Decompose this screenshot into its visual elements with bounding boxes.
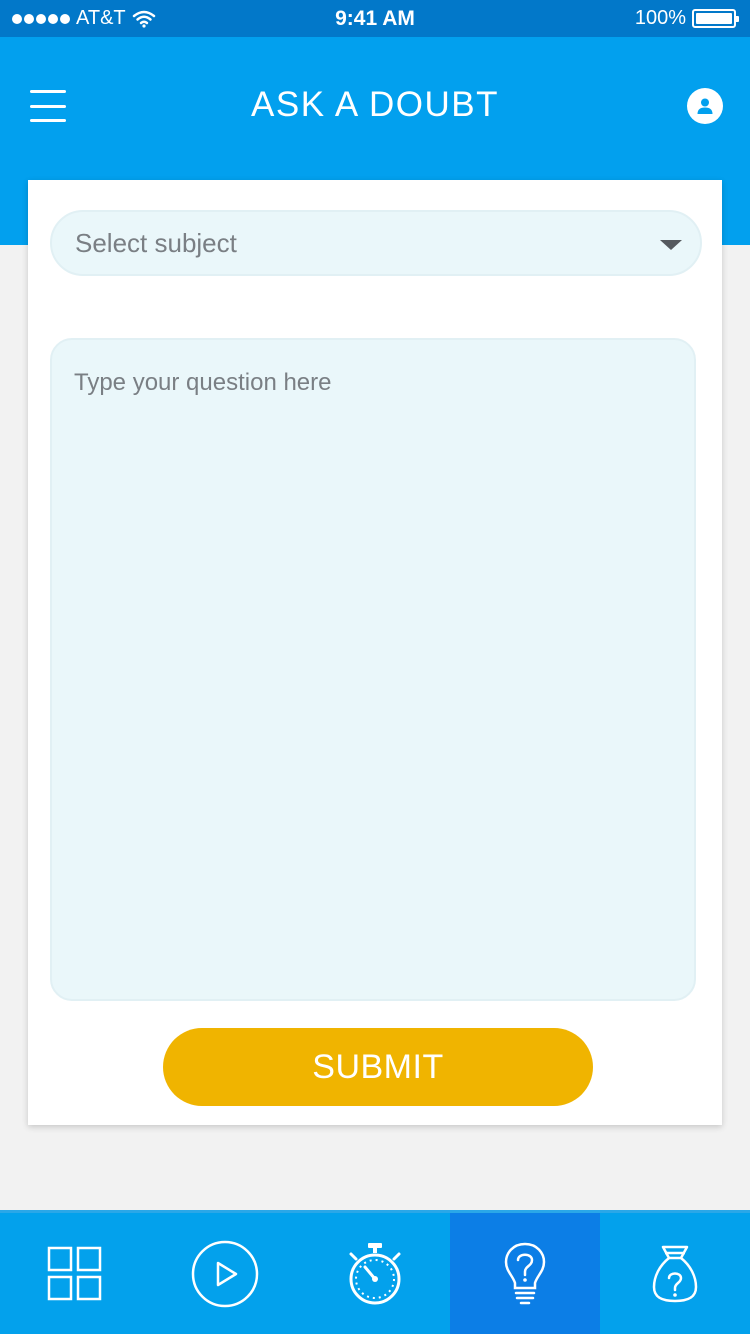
tab-ask-doubt[interactable]: [450, 1213, 600, 1334]
stopwatch-icon: [349, 1242, 401, 1304]
tab-dashboard[interactable]: [0, 1213, 150, 1334]
ask-doubt-card: Select subject Type your question here S…: [28, 180, 722, 1125]
battery-icon: [692, 9, 739, 28]
status-bar: AT&T 9:41 AM 100%: [0, 0, 750, 37]
tab-videos[interactable]: [150, 1213, 300, 1334]
question-bag-icon: [652, 1245, 698, 1302]
submit-button[interactable]: SUBMIT: [163, 1028, 593, 1106]
tab-timer[interactable]: [300, 1213, 450, 1334]
play-icon: [191, 1240, 259, 1307]
subject-select[interactable]: Select subject: [50, 210, 702, 276]
tab-question-bank[interactable]: [600, 1213, 750, 1334]
bottom-tab-bar: [0, 1210, 750, 1334]
question-textarea[interactable]: Type your question here: [50, 338, 696, 1001]
profile-button[interactable]: [687, 88, 723, 124]
page-title: ASK A DOUBT: [251, 85, 499, 124]
user-icon: [697, 98, 713, 114]
question-placeholder: Type your question here: [74, 369, 332, 396]
battery-percent: 100%: [634, 7, 686, 29]
grid-icon: [47, 1246, 102, 1300]
status-right: 100%: [634, 0, 739, 37]
chevron-down-icon: [660, 240, 682, 250]
subject-placeholder: Select subject: [75, 227, 237, 258]
lightbulb-question-icon: [504, 1242, 546, 1304]
